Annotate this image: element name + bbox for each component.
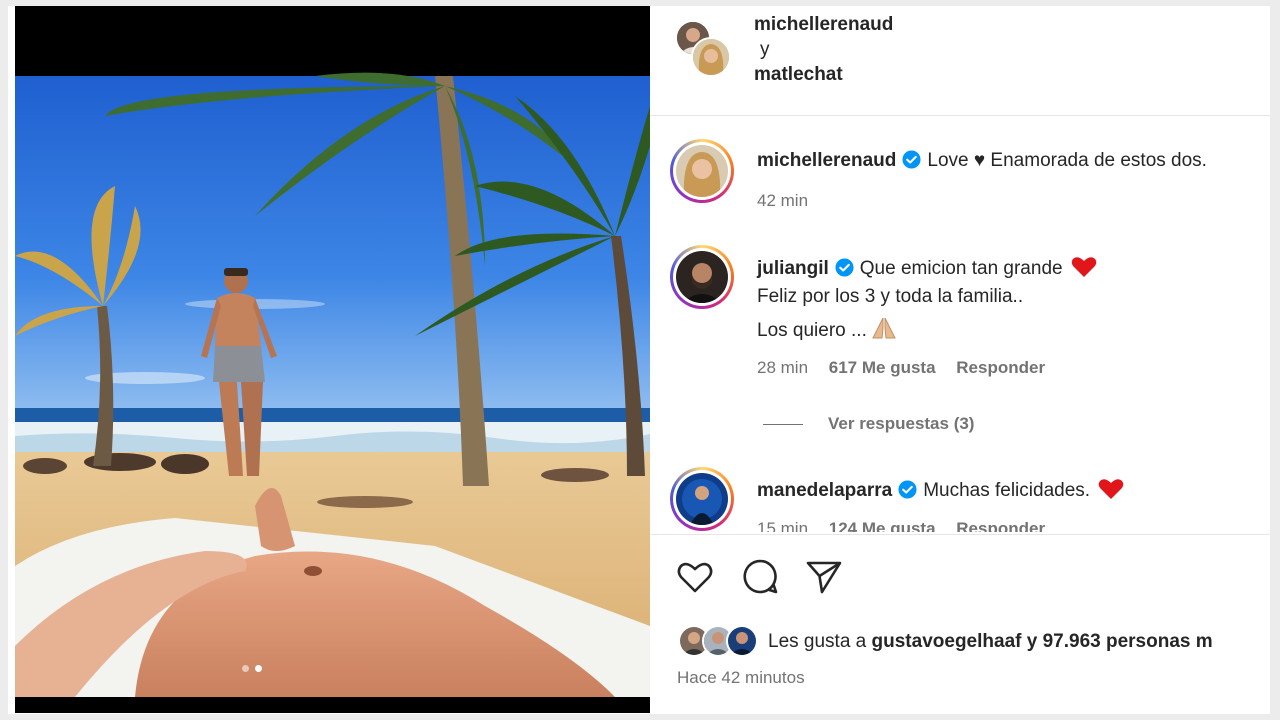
avatar-image bbox=[676, 145, 728, 197]
carousel-dot-active[interactable] bbox=[255, 665, 262, 672]
replies-divider bbox=[763, 423, 803, 425]
reply-button[interactable]: Responder bbox=[956, 358, 1045, 377]
header-username-two[interactable]: matlechat bbox=[754, 64, 843, 86]
beach-photo-illustration bbox=[15, 6, 650, 713]
header-conjunction: y bbox=[760, 39, 770, 60]
avatar-image bbox=[676, 251, 728, 303]
comment-meta: 42 min bbox=[757, 191, 824, 211]
comment-time: 42 min bbox=[757, 191, 809, 210]
post-timestamp: Hace 42 minutos bbox=[677, 668, 805, 687]
comment-bubble-icon[interactable] bbox=[740, 557, 780, 597]
comment-username[interactable]: manedelaparra bbox=[757, 480, 892, 501]
collab-avatars[interactable] bbox=[675, 20, 735, 80]
comment-username[interactable]: juliangil bbox=[757, 258, 829, 279]
story-ring-avatar[interactable] bbox=[670, 467, 734, 531]
carousel-indicator[interactable] bbox=[242, 665, 262, 672]
comment-body: juliangil Que emicion tan grande bbox=[757, 256, 1097, 280]
avatar[interactable] bbox=[691, 37, 731, 77]
post-side-panel: michellerenaud y matlechat michellerenau… bbox=[650, 6, 1270, 714]
comment-text: Muchas felicidades. bbox=[923, 480, 1091, 501]
folded-hands-emoji-icon bbox=[872, 317, 896, 339]
story-ring-avatar[interactable] bbox=[670, 245, 734, 309]
paper-plane-icon[interactable] bbox=[804, 557, 844, 597]
comments-list[interactable]: michellerenaud Love ♥ Enamorada de estos … bbox=[650, 124, 1270, 532]
avatar bbox=[676, 251, 728, 303]
heart-outline-icon[interactable] bbox=[675, 557, 715, 597]
comment-text: Que emicion tan grande bbox=[859, 258, 1063, 279]
view-replies-button[interactable]: Ver respuestas (3) bbox=[763, 414, 974, 434]
comment-body: michellerenaud Love ♥ Enamorada de estos … bbox=[757, 150, 1207, 172]
post-photo[interactable] bbox=[15, 6, 650, 713]
story-ring-avatar[interactable] bbox=[670, 139, 734, 203]
comment-likes[interactable]: 617 Me gusta bbox=[829, 358, 936, 377]
avatar bbox=[726, 625, 758, 657]
avatar-image bbox=[693, 39, 729, 75]
likes-count-suffix[interactable]: y 97.963 personas m bbox=[1027, 631, 1213, 652]
comment-likes[interactable]: 124 Me gusta bbox=[829, 519, 936, 532]
comment-time: 28 min bbox=[757, 358, 809, 377]
likes-prefix: Les gusta a bbox=[768, 631, 867, 652]
carousel-dot[interactable] bbox=[242, 665, 249, 672]
red-heart-emoji-icon bbox=[1098, 479, 1124, 499]
red-heart-emoji-icon bbox=[1071, 257, 1096, 277]
verified-badge-icon bbox=[835, 258, 854, 277]
post-header: michellerenaud y matlechat bbox=[650, 6, 1270, 116]
verified-badge-icon bbox=[898, 480, 917, 499]
comment-text-line-last: Los quiero ... bbox=[757, 316, 897, 342]
header-username-one[interactable]: michellerenaud bbox=[754, 14, 893, 36]
likes-summary[interactable]: Les gusta a gustavoegelhaaf y 97.963 per… bbox=[768, 631, 1213, 653]
comment-text: Los quiero ... bbox=[757, 320, 867, 341]
comment-text-line: Feliz por los 3 y toda la familia.. bbox=[757, 286, 1024, 307]
post-actions-bar: Les gusta a gustavoegelhaaf y 97.963 per… bbox=[650, 534, 1270, 714]
view-replies-label: Ver respuestas (3) bbox=[828, 414, 975, 433]
avatar-image bbox=[728, 627, 756, 655]
liker-avatars[interactable] bbox=[678, 625, 768, 659]
comment-username[interactable]: michellerenaud bbox=[757, 150, 896, 171]
comment-meta: 28 min 617 Me gusta Responder bbox=[757, 358, 1061, 378]
comment-body: manedelaparra Muchas felicidades. bbox=[757, 478, 1124, 502]
avatar-image bbox=[676, 473, 728, 525]
avatar bbox=[676, 145, 728, 197]
verified-badge-icon bbox=[902, 150, 921, 169]
comment-meta: 15 min 124 Me gusta Responder bbox=[757, 519, 1061, 532]
avatar bbox=[676, 473, 728, 525]
comment-text: Love ♥ Enamorada de estos dos. bbox=[927, 150, 1207, 171]
comment-time: 15 min bbox=[757, 519, 809, 532]
reply-button[interactable]: Responder bbox=[956, 519, 1045, 532]
likes-username[interactable]: gustavoegelhaaf bbox=[872, 631, 1022, 652]
